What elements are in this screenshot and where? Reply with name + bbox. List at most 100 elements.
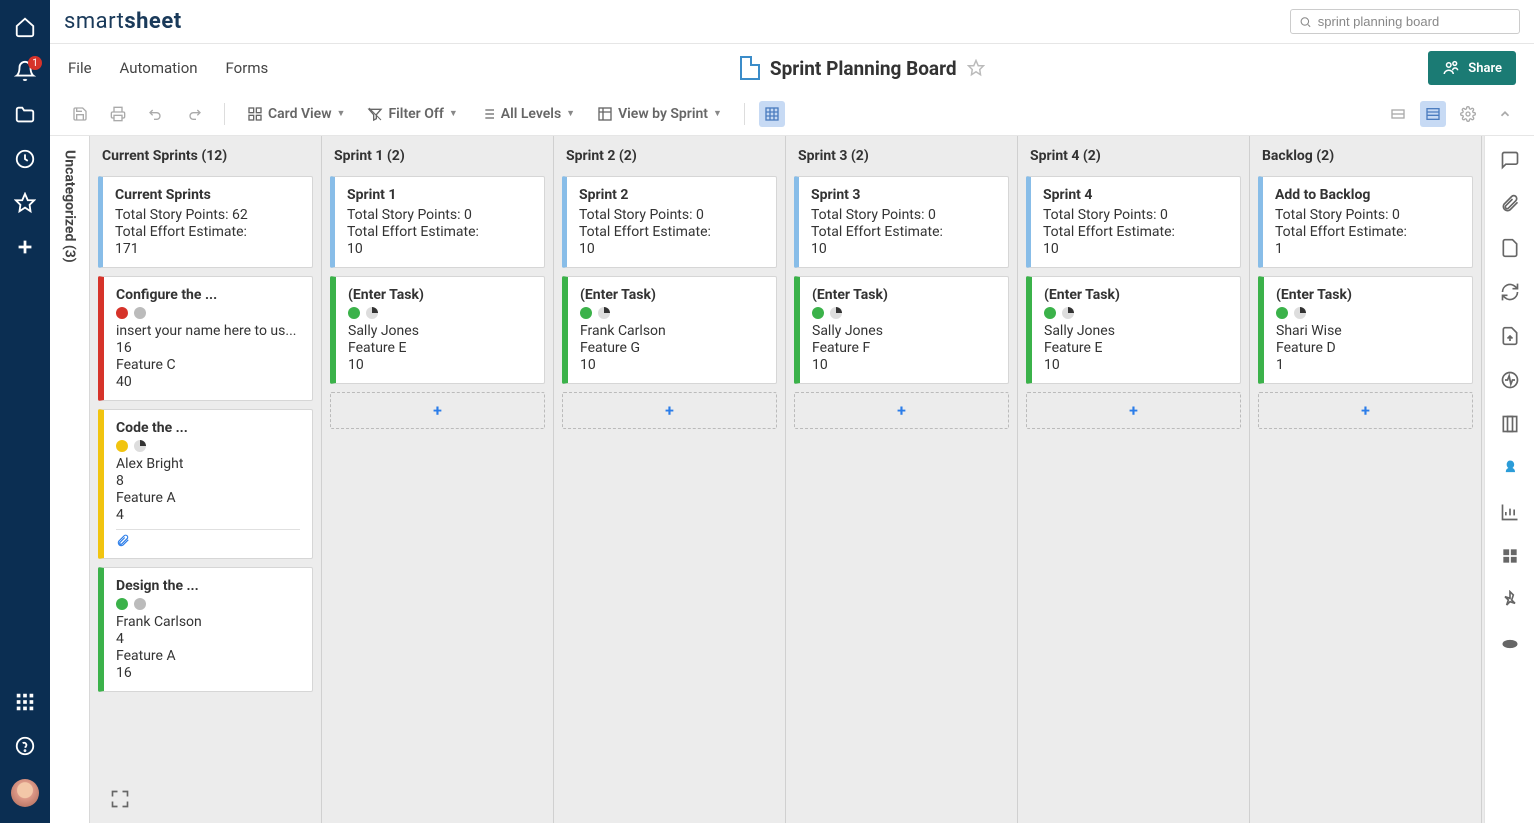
column-header[interactable]: Backlog (2) xyxy=(1250,136,1481,176)
recents-icon[interactable] xyxy=(14,148,36,170)
save-button[interactable] xyxy=(64,101,96,127)
menu-automation[interactable]: Automation xyxy=(120,59,198,77)
summary-line: Total Effort Estimate: xyxy=(347,224,532,240)
search-input[interactable] xyxy=(1318,14,1511,29)
task-card[interactable]: (Enter Task)Frank CarlsonFeature G10 xyxy=(562,276,777,384)
share-button[interactable]: Share xyxy=(1428,51,1516,85)
column-header[interactable]: Sprint 4 (2) xyxy=(1018,136,1249,176)
add-card-button[interactable]: + xyxy=(1026,392,1241,429)
pin-icon[interactable] xyxy=(1500,590,1520,610)
toolbar-divider xyxy=(744,103,745,125)
task-card[interactable]: (Enter Task)Sally JonesFeature F10 xyxy=(794,276,1009,384)
toolbar-divider xyxy=(224,103,225,125)
task-line: 40 xyxy=(116,374,300,390)
sheet-title: Sprint Planning Board xyxy=(770,57,957,80)
status-dots xyxy=(116,598,300,610)
add-card-button[interactable]: + xyxy=(330,392,545,429)
task-line: Shari Wise xyxy=(1276,323,1460,339)
menu-file[interactable]: File xyxy=(68,59,92,77)
brandfolder-icon[interactable] xyxy=(1500,458,1520,478)
summary-card[interactable]: Current SprintsTotal Story Points: 62Tot… xyxy=(98,176,313,268)
favorite-star-icon[interactable] xyxy=(967,59,985,77)
add-card-button[interactable]: + xyxy=(1258,392,1473,429)
workapps-icon[interactable] xyxy=(1500,546,1520,566)
levels-selector[interactable]: All Levels▼ xyxy=(472,101,583,127)
compact-layout-button[interactable] xyxy=(1382,101,1414,127)
filter-button[interactable]: Filter Off▼ xyxy=(359,101,465,127)
user-avatar[interactable] xyxy=(11,779,39,807)
card-view-icon xyxy=(247,106,263,122)
list-icon xyxy=(480,106,496,122)
task-line: 4 xyxy=(116,631,300,647)
task-line: 1 xyxy=(1276,357,1460,373)
uncategorized-label: Uncategorized (3) xyxy=(62,150,78,263)
status-dot xyxy=(580,307,592,319)
card-view-selector[interactable]: Card View▼ xyxy=(239,101,353,127)
summary-card[interactable]: Sprint 4Total Story Points: 0Total Effor… xyxy=(1026,176,1241,268)
settings-button[interactable] xyxy=(1452,101,1484,127)
column-header[interactable]: Current Sprints (12) xyxy=(90,136,321,176)
notifications-icon[interactable]: 1 xyxy=(14,60,36,82)
dense-view-toggle[interactable] xyxy=(759,101,785,127)
column-header[interactable]: Sprint 2 (2) xyxy=(554,136,785,176)
summary-line: Total Effort Estimate: xyxy=(579,224,764,240)
task-title: (Enter Task) xyxy=(1276,287,1460,303)
task-line: 16 xyxy=(116,340,300,356)
task-card[interactable]: (Enter Task)Sally JonesFeature E10 xyxy=(1026,276,1241,384)
summary-card[interactable]: Add to BacklogTotal Story Points: 0Total… xyxy=(1258,176,1473,268)
filter-label: Filter Off xyxy=(388,106,443,122)
summary-icon[interactable] xyxy=(1500,414,1520,434)
activity-icon[interactable] xyxy=(1500,370,1520,390)
attachments-icon[interactable] xyxy=(1500,194,1520,214)
sheet-icon xyxy=(740,56,760,80)
collapse-right-panel-button[interactable] xyxy=(1490,102,1520,126)
apps-icon[interactable] xyxy=(14,691,36,713)
update-requests-icon[interactable] xyxy=(1500,282,1520,302)
columns-container: Current Sprints (12)Current SprintsTotal… xyxy=(90,136,1484,823)
comments-icon[interactable] xyxy=(1500,150,1520,170)
search-box[interactable] xyxy=(1290,9,1520,34)
proofs-icon[interactable] xyxy=(1500,238,1520,258)
uncategorized-lane[interactable]: Uncategorized (3) xyxy=(50,136,90,823)
chart-icon[interactable] xyxy=(1500,502,1520,522)
share-label: Share xyxy=(1468,61,1502,76)
fullscreen-button[interactable] xyxy=(110,789,130,809)
add-card-button[interactable]: + xyxy=(562,392,777,429)
redo-button[interactable] xyxy=(178,101,210,127)
task-card[interactable]: (Enter Task)Sally JonesFeature E10 xyxy=(330,276,545,384)
task-title: Configure the ... xyxy=(116,287,300,303)
print-button[interactable] xyxy=(102,101,134,127)
integration-icon[interactable] xyxy=(1500,634,1520,654)
attachment-indicator[interactable] xyxy=(116,529,300,548)
task-line: 4 xyxy=(116,507,300,523)
task-card[interactable]: Code the ...Alex Bright8Feature A4 xyxy=(98,409,313,559)
add-icon[interactable] xyxy=(14,236,36,258)
undo-button[interactable] xyxy=(140,101,172,127)
summary-line: Total Effort Estimate: xyxy=(811,224,996,240)
favorites-icon[interactable] xyxy=(14,192,36,214)
summary-line: 10 xyxy=(579,241,764,257)
summary-card[interactable]: Sprint 2Total Story Points: 0Total Effor… xyxy=(562,176,777,268)
summary-line: Total Story Points: 62 xyxy=(115,207,300,223)
left-nav: 1 xyxy=(0,0,50,823)
board-column: Sprint 4 (2)Sprint 4Total Story Points: … xyxy=(1018,136,1250,823)
full-layout-button[interactable] xyxy=(1420,101,1446,127)
task-line: Sally Jones xyxy=(348,323,532,339)
summary-card[interactable]: Sprint 1Total Story Points: 0Total Effor… xyxy=(330,176,545,268)
home-icon[interactable] xyxy=(14,16,36,38)
viewby-selector[interactable]: View by Sprint▼ xyxy=(589,101,730,127)
help-icon[interactable] xyxy=(14,735,36,757)
status-dots xyxy=(116,440,300,452)
task-card[interactable]: Configure the ...insert your name here t… xyxy=(98,276,313,401)
summary-title: Sprint 4 xyxy=(1043,187,1228,203)
folder-icon[interactable] xyxy=(14,104,36,126)
publish-icon[interactable] xyxy=(1500,326,1520,346)
task-card[interactable]: (Enter Task)Shari WiseFeature D1 xyxy=(1258,276,1473,384)
add-card-button[interactable]: + xyxy=(794,392,1009,429)
column-header[interactable]: Sprint 3 (2) xyxy=(786,136,1017,176)
column-header[interactable]: Sprint 1 (2) xyxy=(322,136,553,176)
menu-forms[interactable]: Forms xyxy=(226,59,269,77)
column-body: Current SprintsTotal Story Points: 62Tot… xyxy=(90,176,321,702)
task-card[interactable]: Design the ...Frank Carlson4Feature A16 xyxy=(98,567,313,692)
summary-card[interactable]: Sprint 3Total Story Points: 0Total Effor… xyxy=(794,176,1009,268)
